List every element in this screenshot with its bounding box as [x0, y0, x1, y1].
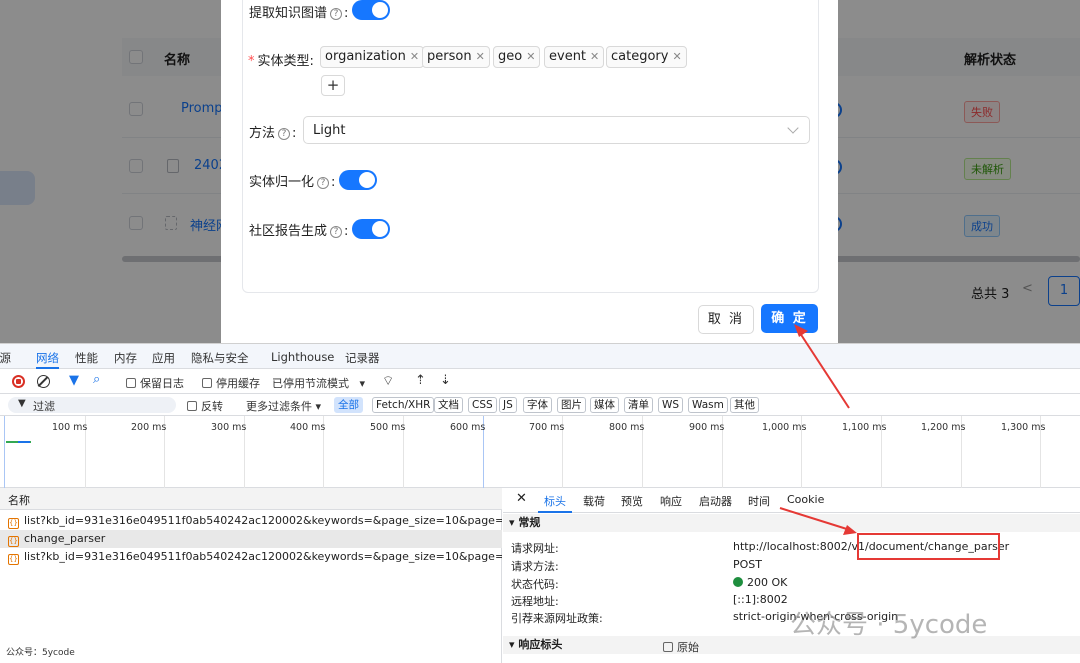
annotation-arrows: [779, 324, 857, 535]
watermark: 公众号 · 5ycode: [790, 610, 988, 640]
arrow-head: [794, 324, 808, 337]
arrow-to-url: [779, 507, 851, 531]
arrow-head: [843, 525, 857, 535]
arrow-to-ok-button: [797, 329, 850, 409]
